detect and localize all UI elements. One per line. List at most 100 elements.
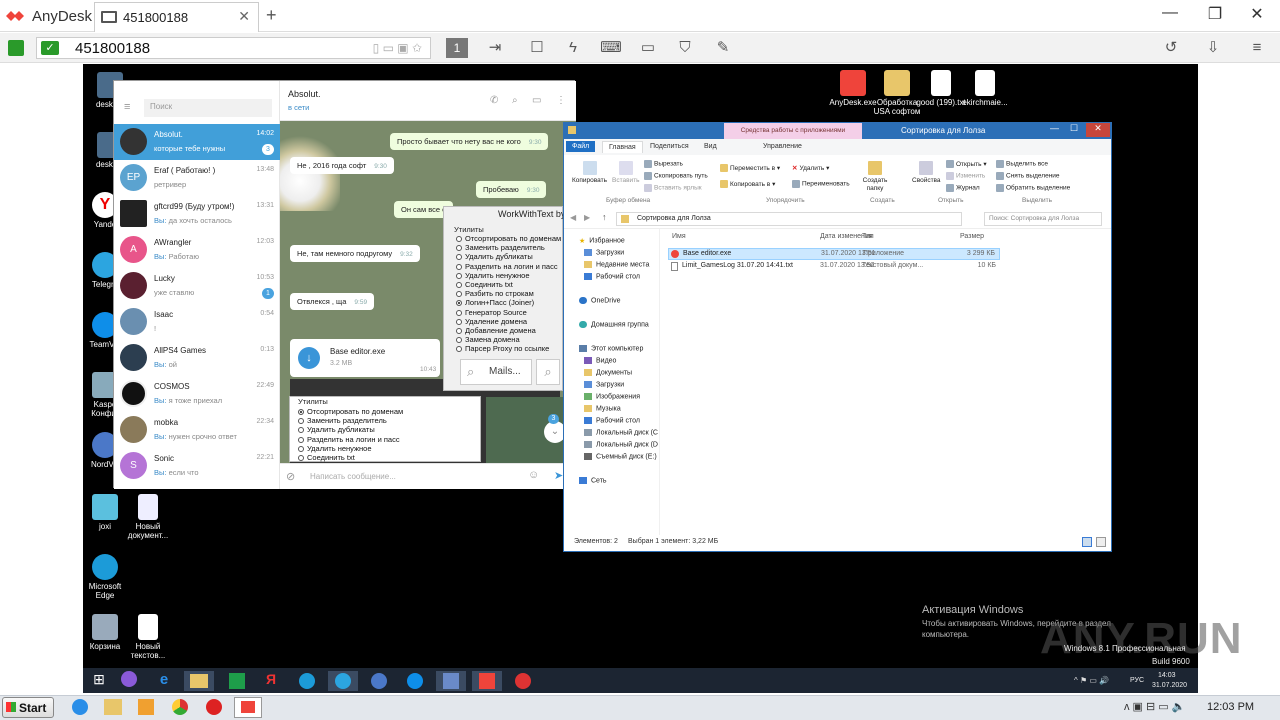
desktop-icon[interactable]: good (199).txt [916,70,966,107]
session-tab[interactable]: 451800188 ✕ [94,2,259,32]
desktop-icon[interactable]: Новый документ... [123,494,173,540]
tray-icons[interactable]: ^ ⚑ ▭ 🔊 [1074,676,1109,685]
workwithtext-utilities-panel[interactable]: Утилиты Отсортировать по доменам Заменит… [289,396,481,462]
new-tab-button[interactable]: + [266,5,277,26]
tab-manage[interactable]: Управление [757,141,808,152]
taskbar-app[interactable] [222,671,252,691]
nav-item[interactable]: Видео [584,357,616,364]
emoji-icon[interactable]: ☺ [528,469,539,481]
nav-item[interactable]: OneDrive [579,297,621,304]
up-icon[interactable]: ↑ [602,212,607,222]
option-radio-selected[interactable]: Логин+Пасс (Joiner) [452,298,564,307]
path-bar[interactable]: Сортировка для Лолза [616,212,962,226]
chat-item[interactable]: A AWrangler Вы: Работаю 12:03 [114,232,280,268]
hamburger-menu-icon[interactable]: ≡ [124,101,130,113]
chat-item[interactable]: mobka Вы: нужен срочно ответ 22:34 [114,412,280,448]
tray-date[interactable]: 31.07.2020 [1152,682,1187,689]
option-radio[interactable]: Отсортировать по доменам [452,234,564,243]
send-icon[interactable]: ➤ [554,469,563,482]
delete-button[interactable]: ✕ Удалить ▾ [792,164,829,172]
address-bar[interactable]: ✓ 451800188 ▯ ▭ ▣ ✩ [36,37,431,59]
nav-item[interactable]: Сеть [579,477,607,484]
option-radio[interactable]: Разделить на логин и пасс [294,435,474,444]
taskbar-app[interactable]: e [149,671,179,691]
attach-icon[interactable]: ⊘ [286,470,295,483]
nav-item[interactable]: Загрузки [584,381,624,388]
display-settings-icon[interactable]: ▭ [637,38,659,58]
invert-selection-button[interactable]: Обратить выделение [996,184,1070,192]
taskbar-app[interactable]: Я [256,671,286,691]
download-icon[interactable]: ⇩ [1202,38,1224,58]
tiles-view-icon[interactable] [1096,537,1106,547]
copy-to-button[interactable]: Копировать в ▾ [720,180,775,189]
option-radio[interactable]: Удалить ненужное [452,271,564,280]
option-radio[interactable]: Удалить ненужное [294,444,474,453]
taskbar-app[interactable] [508,671,538,691]
chat-item[interactable]: COSMOS Вы: я тоже приехал 22:49 [114,376,280,412]
local-clock[interactable]: 12:03 PM [1207,701,1254,713]
close-tab-icon[interactable]: ✕ [238,8,250,25]
move-to-button[interactable]: Переместить в ▾ [720,164,780,173]
tab-share[interactable]: Поделиться [644,141,695,152]
opera-taskbar-icon[interactable] [206,699,222,715]
option-radio[interactable]: Генератор Source [452,308,564,317]
nav-item[interactable]: Недавние места [584,261,649,268]
display-1-button[interactable]: 1 [446,38,468,58]
search-icon[interactable]: ⌕ [536,359,560,385]
option-radio[interactable]: Парсер Proxy по ссылке [452,344,564,353]
details-view-icon[interactable] [1082,537,1092,547]
option-radio[interactable]: Разделить на логин и пасс [452,262,564,271]
chat-item[interactable]: EP Eraf ( Работаю! ) ретривер 13:48 [114,160,280,196]
nav-item[interactable]: Загрузки [584,249,624,256]
desktop-icon[interactable]: Microsoft Edge [80,554,130,600]
address-input[interactable]: 451800188 [75,40,150,57]
maximize-button[interactable]: ❐ [1200,4,1230,24]
download-icon[interactable]: ↓ [298,347,320,369]
taskbar-app[interactable] [364,671,394,691]
explorer-window[interactable]: Средства работы с приложениями Сортировк… [563,122,1112,552]
search-input[interactable]: Поиск [144,99,272,117]
option-radio[interactable]: Удаление домена [452,317,564,326]
whiteboard-pen-icon[interactable]: ✎ [712,38,734,58]
start-button[interactable]: Start [2,697,54,718]
desktop-icon[interactable]: ekirchmaie... [960,70,1010,107]
properties-button[interactable]: Свойства [912,161,941,184]
menu-icon[interactable]: ≡ [1246,38,1268,58]
file-row-selected[interactable]: Base editor.exe 31.07.2020 13:51 Приложе… [668,248,1000,260]
permissions-icon[interactable]: ⛉ [674,38,696,58]
tab-home[interactable]: Главная [602,141,643,153]
tray-language[interactable]: РУС [1130,677,1144,684]
option-radio[interactable]: Соединить txt [294,453,474,462]
maximize-button[interactable]: ☐ [1070,123,1078,134]
keyboard-icon[interactable]: ⌨ [600,38,622,58]
system-tray-icons[interactable]: ʌ ▣ ⊟ ▭ 🔈 [1124,700,1185,713]
nav-item[interactable]: Музыка [584,405,621,412]
select-all-button[interactable]: Выделить все [996,160,1048,168]
nav-item[interactable]: Рабочий стол [584,273,640,280]
column-name[interactable]: Имя [672,233,686,240]
option-radio[interactable]: Удалить дубликаты [294,425,474,434]
mails-button[interactable]: ⌕ Mails... [460,359,532,385]
file-message[interactable]: ↓ Base editor.exe 3.2 MB 10:43 [290,339,440,377]
chat-item[interactable]: AllPS4 Games Вы: ой 0:13 [114,340,280,376]
message-input[interactable]: Написать сообщение... [310,472,396,481]
sidebar-toggle-icon[interactable]: ▭ [532,95,541,106]
taskbar-app[interactable] [436,671,466,691]
explorer-taskbar-icon[interactable] [104,699,122,715]
nav-item[interactable]: Этот компьютер [579,345,643,352]
nav-item[interactable]: ★ Избранное [579,237,625,245]
chat-title[interactable]: Absolut. [288,89,321,99]
taskbar-app[interactable] [292,671,322,691]
nav-item[interactable]: Съемный диск (E:) [584,453,657,460]
nav-item[interactable]: Локальный диск (D [584,441,658,448]
option-radio-selected[interactable]: Отсортировать по доменам [294,407,474,416]
nav-item[interactable]: Изображения [584,393,640,400]
taskbar-app[interactable] [114,671,144,691]
taskbar-app[interactable] [472,671,502,691]
option-radio[interactable]: Удалить дубликаты [452,252,564,261]
copy-path-button[interactable]: Скопировать путь [644,172,708,180]
history-icon[interactable]: ↺ [1160,38,1182,58]
search-input[interactable]: Поиск: Сортировка для Лолза [984,212,1102,226]
back-icon[interactable]: ◀ [570,213,576,222]
column-size[interactable]: Размер [960,233,984,240]
